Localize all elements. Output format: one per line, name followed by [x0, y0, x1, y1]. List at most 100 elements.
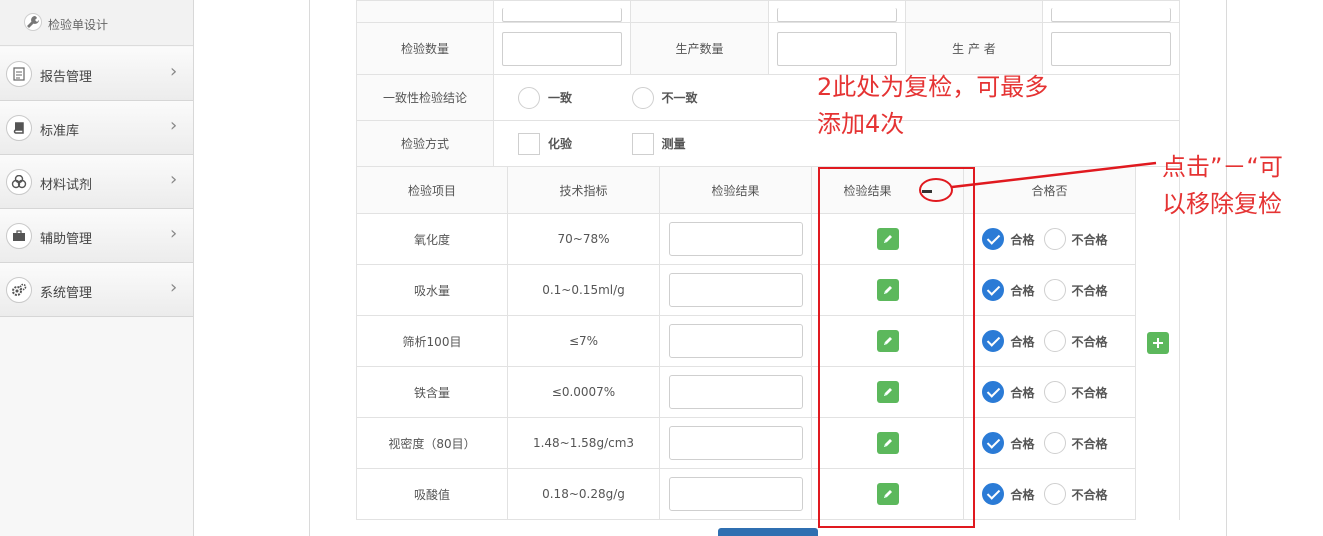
form-row-clipped: [356, 0, 1180, 23]
pass-radio[interactable]: [982, 432, 1005, 454]
empty-cell: [1135, 264, 1180, 316]
form-cell: [493, 0, 631, 23]
form-cell: [768, 22, 906, 75]
sidebar-item-auxiliary[interactable]: 辅助管理 ›: [0, 209, 193, 263]
form-cell: [768, 0, 906, 23]
fail-radio[interactable]: [1043, 381, 1066, 403]
clipped-text-field[interactable]: [1051, 8, 1171, 22]
table-row: 视密度（80目） 1.48~1.58g/cm3 合格 不合格: [356, 417, 1180, 469]
pass-fail-group: 合格 不合格: [964, 279, 1135, 301]
fail-radio[interactable]: [1043, 432, 1066, 454]
inspection-form-table: 检验数量 生产数量 生 产 者 一致性检验结论 一致 不一致 检验方式 化验 测…: [356, 0, 1180, 167]
production-quantity-input[interactable]: [777, 31, 897, 66]
consistent-option-label: 一致: [548, 91, 573, 105]
sidebar-item-reports[interactable]: 报告管理 ›: [0, 47, 193, 101]
pass-fail-group: 合格 不合格: [964, 483, 1135, 505]
fail-radio[interactable]: [1043, 330, 1066, 352]
item-name-cell: 氧化度: [356, 213, 508, 265]
checkbox-box[interactable]: [631, 132, 654, 155]
pass-radio[interactable]: [982, 483, 1005, 505]
inspection-quantity-input[interactable]: [502, 31, 622, 66]
pass-label: 合格: [1010, 487, 1035, 502]
fail-label: 不合格: [1071, 385, 1108, 400]
result-cell: [659, 468, 812, 520]
annotation-arrow-line: [951, 161, 1157, 189]
annotation-note-recheck: 2此处为复检，可最多 添加4次: [817, 72, 1048, 140]
result-input[interactable]: [668, 375, 803, 409]
form-cell: [493, 22, 631, 75]
sidebar-subitem-inspection-design[interactable]: 检验单设计: [0, 0, 193, 46]
pass-label: 合格: [1010, 385, 1035, 400]
sidebar-item-label: 报告管理: [40, 70, 93, 85]
annotation-note-line: 点击”－“可: [1162, 153, 1283, 181]
fail-radio[interactable]: [1043, 279, 1066, 301]
chevron-right-icon: ›: [170, 115, 178, 136]
sidebar-item-materials[interactable]: 材料试剂 ›: [0, 155, 193, 209]
producer-input[interactable]: [1051, 31, 1171, 66]
add-test-item-button[interactable]: [718, 528, 818, 536]
clipped-text-field[interactable]: [502, 8, 622, 22]
radio-circle[interactable]: [631, 86, 654, 109]
sidebar-item-standards[interactable]: 标准库 ›: [0, 101, 193, 155]
table-row: 筛析100目 ≤7% 合格 不合格: [356, 315, 1180, 367]
pass-fail-group: 合格 不合格: [964, 330, 1135, 352]
producer-label: 生 产 者: [905, 22, 1043, 75]
result-input[interactable]: [668, 324, 803, 358]
table-row: 吸酸值 0.18~0.28g/g 合格 不合格: [356, 468, 1180, 520]
form-cell: [1042, 22, 1180, 75]
table-row: 氧化度 70~78% 合格 不合格: [356, 213, 1180, 265]
pass-radio[interactable]: [982, 279, 1005, 301]
assay-option-label: 化验: [548, 137, 573, 151]
form-label-clipped: [356, 0, 494, 23]
wrench-icon: [24, 13, 42, 31]
spec-cell: ≤7%: [507, 315, 660, 367]
annotation-note-line: 2此处为复检，可最多: [817, 73, 1049, 101]
pass-fail-group: 合格 不合格: [964, 432, 1135, 454]
spec-cell: ≤0.0007%: [507, 366, 660, 418]
result-input[interactable]: [668, 477, 803, 511]
pass-radio[interactable]: [982, 381, 1005, 403]
fail-label: 不合格: [1071, 283, 1108, 298]
pass-label: 合格: [1010, 334, 1035, 349]
pass-radio[interactable]: [982, 330, 1005, 352]
fail-radio[interactable]: [1043, 483, 1066, 505]
spec-cell: 1.48~1.58g/cm3: [507, 417, 660, 469]
fail-label: 不合格: [1071, 436, 1108, 451]
sidebar-item-system[interactable]: 系统管理 ›: [0, 263, 193, 317]
sidebar-item-label: 系统管理: [40, 286, 93, 301]
form-cell: [1042, 0, 1180, 23]
inspection-method-label: 检验方式: [356, 120, 494, 167]
clipped-text-field[interactable]: [777, 8, 897, 22]
result-input[interactable]: [668, 222, 803, 256]
col-header-item: 检验项目: [356, 166, 508, 214]
pass-fail-group: 合格 不合格: [964, 228, 1135, 250]
pass-fail-cell: 合格 不合格: [963, 213, 1136, 265]
pass-fail-cell: 合格 不合格: [963, 264, 1136, 316]
flask-icon: [6, 169, 32, 195]
checkbox-box[interactable]: [518, 132, 540, 155]
add-recheck-button[interactable]: [1147, 332, 1169, 354]
result-input[interactable]: [668, 273, 803, 307]
annotation-note-line: 以移除复检: [1162, 190, 1282, 219]
empty-cell: [1135, 468, 1180, 520]
chevron-right-icon: ›: [170, 61, 178, 82]
radio-circle[interactable]: [518, 86, 540, 109]
pass-label: 合格: [1010, 436, 1035, 451]
pass-radio[interactable]: [982, 228, 1005, 250]
pass-fail-cell: 合格 不合格: [963, 315, 1136, 367]
annotation-highlight-box: [818, 167, 975, 528]
document-icon: [6, 61, 32, 87]
sidebar-item-label: 标准库: [40, 124, 80, 139]
result-cell: [659, 315, 812, 367]
inspection-quantity-label: 检验数量: [356, 22, 494, 75]
empty-cell: [1135, 366, 1180, 418]
result-input[interactable]: [668, 426, 803, 460]
fail-radio[interactable]: [1043, 228, 1066, 250]
pass-fail-cell: 合格 不合格: [963, 417, 1136, 469]
book-icon: [6, 115, 32, 141]
form-row-consistency: 一致性检验结论 一致 不一致: [356, 74, 1180, 121]
pass-fail-group: 合格 不合格: [964, 381, 1135, 403]
measure-option-label: 测量: [661, 137, 686, 151]
result-cell: [659, 264, 812, 316]
form-row-quantity: 检验数量 生产数量 生 产 者: [356, 22, 1180, 75]
